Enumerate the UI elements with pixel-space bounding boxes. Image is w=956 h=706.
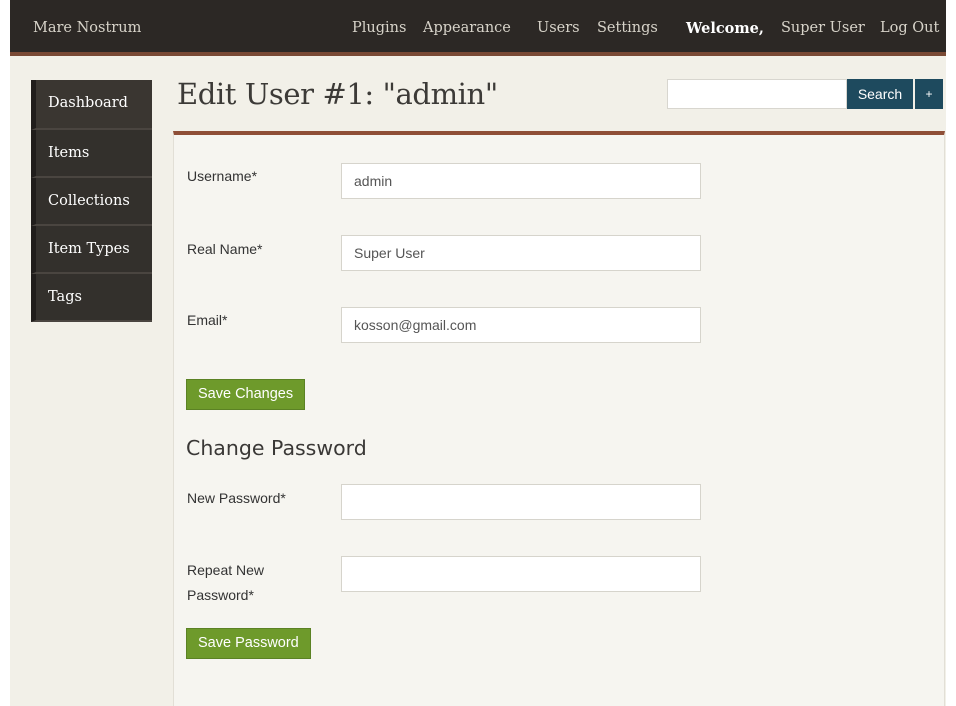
frame-edge-left: [0, 0, 10, 706]
search-button[interactable]: Search: [847, 79, 913, 109]
sidebar-item-label: Collections: [48, 193, 130, 209]
change-password-heading: Change Password: [186, 436, 367, 460]
sidebar-item-items[interactable]: Items: [31, 130, 152, 178]
username-label: Username*: [187, 168, 258, 184]
current-user-link[interactable]: Super User: [781, 20, 865, 36]
nav-appearance[interactable]: Appearance: [423, 20, 511, 36]
email-label: Email*: [187, 312, 228, 328]
sidebar-nav: Dashboard Items Collections Item Types T…: [31, 80, 152, 322]
save-changes-button[interactable]: Save Changes: [186, 379, 306, 410]
site-title-link[interactable]: Mare Nostrum: [33, 20, 141, 36]
save-password-button[interactable]: Save Password: [186, 628, 311, 659]
nav-users[interactable]: Users: [537, 20, 580, 36]
user-form-panel: [173, 131, 945, 706]
page-title: Edit User #1: "admin": [177, 77, 498, 111]
top-bar: Mare Nostrum Plugins Appearance Users Se…: [10, 0, 946, 56]
advanced-search-button[interactable]: +: [915, 79, 943, 109]
frame-edge-right: [946, 0, 956, 706]
sidebar-item-collections[interactable]: Collections: [31, 178, 152, 226]
sidebar-item-label: Item Types: [48, 241, 130, 257]
repeat-password-input[interactable]: [341, 556, 701, 592]
sidebar-item-dashboard[interactable]: Dashboard: [31, 80, 152, 130]
sidebar-item-label: Dashboard: [48, 95, 128, 111]
new-password-input[interactable]: [341, 484, 701, 520]
new-password-label: New Password*: [187, 490, 286, 506]
real-name-input[interactable]: Super User: [341, 235, 701, 271]
sidebar-item-tags[interactable]: Tags: [31, 274, 152, 322]
search-input[interactable]: [667, 79, 847, 109]
repeat-password-label-line1: Repeat New: [187, 562, 265, 578]
username-input[interactable]: admin: [341, 163, 701, 199]
welcome-label: Welcome,: [686, 20, 764, 37]
nav-plugins[interactable]: Plugins: [352, 20, 406, 36]
sidebar-item-item-types[interactable]: Item Types: [31, 226, 152, 274]
sidebar-item-label: Tags: [48, 289, 82, 305]
real-name-label: Real Name*: [187, 241, 263, 257]
nav-settings[interactable]: Settings: [597, 20, 658, 36]
logout-link[interactable]: Log Out: [880, 20, 939, 36]
email-input[interactable]: kosson@gmail.com: [341, 307, 701, 343]
sidebar-item-label: Items: [48, 145, 90, 161]
repeat-password-label-line2: Password*: [187, 587, 254, 603]
